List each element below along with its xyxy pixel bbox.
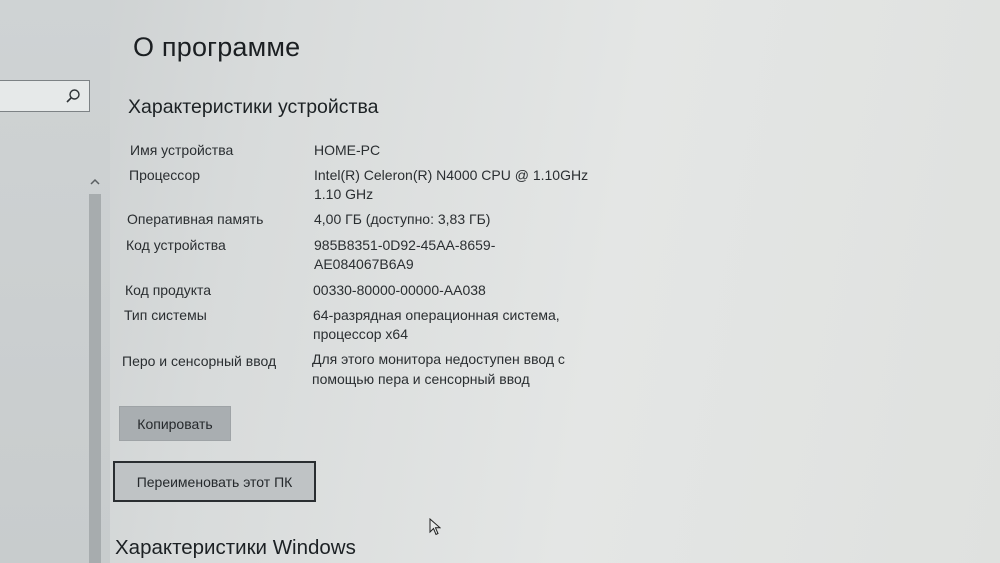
- spec-value: помощью пера и сенсорный ввод: [312, 371, 530, 387]
- settings-window: О программе Характеристики устройства Им…: [0, 0, 1000, 563]
- spec-value: 985B8351-0D92-45AA-8659-: [314, 237, 496, 253]
- page-title: О программе: [133, 32, 301, 62]
- windows-specs-heading: Характеристики Windows: [115, 536, 356, 559]
- spec-label: Тип системы: [124, 307, 207, 323]
- spec-label: Имя устройства: [130, 142, 234, 158]
- spec-label: Оперативная память: [127, 211, 264, 227]
- copy-button[interactable]: Копировать: [119, 406, 231, 441]
- spec-label: Код устройства: [126, 237, 226, 253]
- rename-pc-button[interactable]: Переименовать этот ПК: [113, 461, 316, 502]
- spec-value: HOME-PC: [314, 142, 381, 158]
- spec-label: Перо и сенсорный ввод: [122, 353, 277, 369]
- spec-value: Для этого монитора недоступен ввод с: [312, 351, 565, 367]
- spec-value: 1.10 GHz: [314, 186, 374, 202]
- main-content: О программе Характеристики устройства Им…: [0, 0, 1000, 563]
- mouse-cursor-icon: [429, 518, 441, 536]
- spec-value: AE084067B6A9: [314, 256, 414, 272]
- spec-label: Процессор: [129, 167, 201, 183]
- spec-value: Intel(R) Celeron(R) N4000 CPU @ 1.10GHz: [314, 167, 589, 183]
- device-specs-heading: Характеристики устройства: [128, 96, 379, 118]
- spec-value: 64-разрядная операционная система,: [313, 307, 560, 323]
- spec-value: процессор x64: [313, 326, 408, 342]
- spec-value: 00330-80000-00000-AA038: [313, 282, 486, 298]
- spec-value: 4,00 ГБ (доступно: 3,83 ГБ): [314, 211, 491, 227]
- spec-label: Код продукта: [125, 282, 212, 298]
